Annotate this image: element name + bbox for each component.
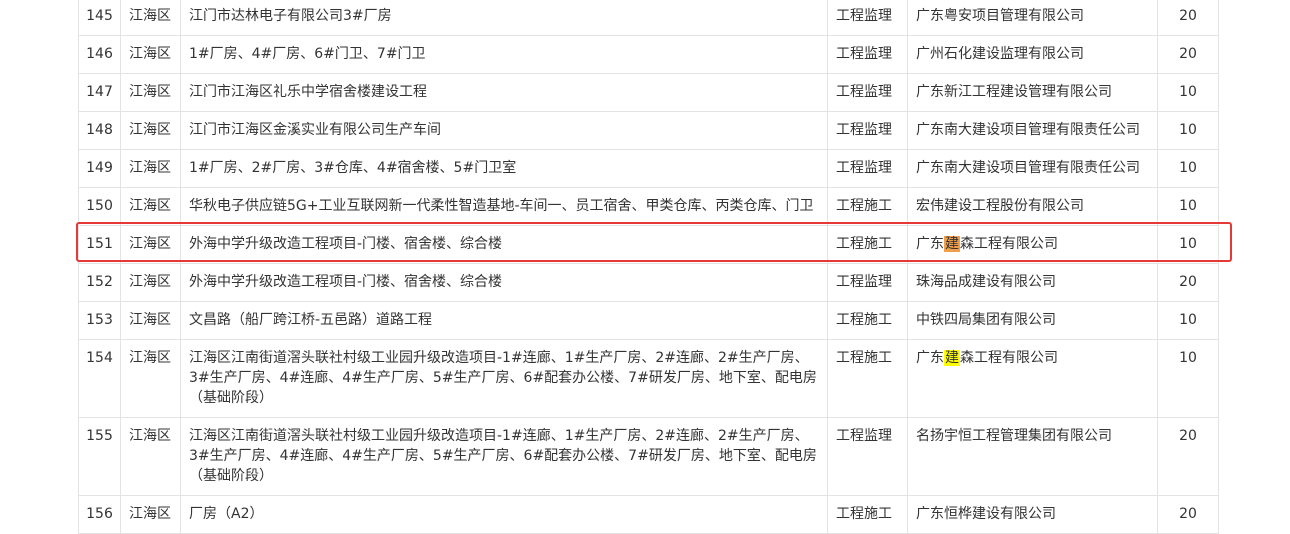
row-number: 155 — [78, 417, 121, 496]
table-row: 155 江海区 江海区江南街道滘头联社村级工业园升级改造项目-1#连廊、1#生产… — [78, 417, 1219, 496]
company-cell: 广东南大建设项目管理有限责任公司 — [907, 149, 1158, 188]
score-cell: 10 — [1157, 301, 1219, 340]
row-number: 149 — [78, 149, 121, 188]
score-cell: 20 — [1157, 0, 1219, 36]
district-cell: 江海区 — [120, 417, 181, 496]
row-number: 153 — [78, 301, 121, 340]
project-cell: 1#厂房、2#厂房、3#仓库、4#宿舍楼、5#门卫室 — [180, 149, 828, 188]
district-cell: 江海区 — [120, 111, 181, 150]
company-cell: 广东粤安项目管理有限公司 — [907, 0, 1158, 36]
company-cell: 广州石化建设监理有限公司 — [907, 35, 1158, 74]
search-highlight: 建 — [944, 350, 960, 366]
row-number: 146 — [78, 35, 121, 74]
score-cell: 20 — [1157, 417, 1219, 496]
score-cell: 20 — [1157, 263, 1219, 302]
row-number: 151 — [78, 225, 121, 264]
district-cell: 江海区 — [120, 301, 181, 340]
table-row: 152 江海区 外海中学升级改造工程项目-门楼、宿舍楼、综合楼 工程监理 珠海品… — [78, 263, 1219, 302]
row-number: 156 — [78, 495, 121, 534]
district-cell: 江海区 — [120, 263, 181, 302]
district-cell: 江海区 — [120, 225, 181, 264]
type-cell: 工程监理 — [827, 417, 908, 496]
company-cell: 名扬宇恒工程管理集团有限公司 — [907, 417, 1158, 496]
company-cell: 广东建森工程有限公司 — [907, 339, 1158, 418]
row-number: 148 — [78, 111, 121, 150]
company-text: 广东 — [916, 350, 944, 366]
score-cell: 10 — [1157, 187, 1219, 226]
table-row: 149 江海区 1#厂房、2#厂房、3#仓库、4#宿舍楼、5#门卫室 工程监理 … — [78, 149, 1219, 188]
project-cell: 江门市江海区金溪实业有限公司生产车间 — [180, 111, 828, 150]
project-cell: 华秋电子供应链5G+工业互联网新一代柔性智造基地-车间一、员工宿舍、甲类仓库、丙… — [180, 187, 828, 226]
company-cell: 广东新江工程建设管理有限公司 — [907, 73, 1158, 112]
project-cell: 1#厂房、4#厂房、6#门卫、7#门卫 — [180, 35, 828, 74]
company-text: 森工程有限公司 — [960, 236, 1058, 252]
project-cell: 外海中学升级改造工程项目-门楼、宿舍楼、综合楼 — [180, 225, 828, 264]
table-row: 145 江海区 江门市达林电子有限公司3#厂房 工程监理 广东粤安项目管理有限公… — [78, 0, 1219, 36]
row-number: 150 — [78, 187, 121, 226]
type-cell: 工程监理 — [827, 35, 908, 74]
type-cell: 工程监理 — [827, 0, 908, 36]
table-row: 147 江海区 江门市江海区礼乐中学宿舍楼建设工程 工程监理 广东新江工程建设管… — [78, 73, 1219, 112]
company-cell: 珠海品成建设有限公司 — [907, 263, 1158, 302]
type-cell: 工程施工 — [827, 301, 908, 340]
project-cell: 外海中学升级改造工程项目-门楼、宿舍楼、综合楼 — [180, 263, 828, 302]
row-number: 147 — [78, 73, 121, 112]
district-cell: 江海区 — [120, 149, 181, 188]
table-row: 156 江海区 厂房（A2） 工程施工 广东恒桦建设有限公司 20 — [78, 495, 1219, 534]
project-cell: 厂房（A2） — [180, 495, 828, 534]
district-cell: 江海区 — [120, 35, 181, 74]
project-cell: 江门市达林电子有限公司3#厂房 — [180, 0, 828, 36]
score-cell: 20 — [1157, 35, 1219, 74]
table-row-highlighted: 151 江海区 外海中学升级改造工程项目-门楼、宿舍楼、综合楼 工程施工 广东建… — [78, 225, 1219, 264]
table-row: 154 江海区 江海区江南街道滘头联社村级工业园升级改造项目-1#连廊、1#生产… — [78, 339, 1219, 418]
type-cell: 工程监理 — [827, 73, 908, 112]
table-row: 153 江海区 文昌路（船厂跨江桥-五邑路）道路工程 工程施工 中铁四局集团有限… — [78, 301, 1219, 340]
company-text: 广东 — [916, 236, 944, 252]
score-cell: 10 — [1157, 225, 1219, 264]
company-cell: 广东恒桦建设有限公司 — [907, 495, 1158, 534]
score-cell: 10 — [1157, 111, 1219, 150]
row-number: 154 — [78, 339, 121, 418]
district-cell: 江海区 — [120, 495, 181, 534]
district-cell: 江海区 — [120, 187, 181, 226]
type-cell: 工程施工 — [827, 225, 908, 264]
score-cell: 20 — [1157, 495, 1219, 534]
company-text: 森工程有限公司 — [960, 350, 1058, 366]
company-cell: 广东南大建设项目管理有限责任公司 — [907, 111, 1158, 150]
table-row: 146 江海区 1#厂房、4#厂房、6#门卫、7#门卫 工程监理 广州石化建设监… — [78, 35, 1219, 74]
district-cell: 江海区 — [120, 0, 181, 36]
project-cell: 江海区江南街道滘头联社村级工业园升级改造项目-1#连廊、1#生产厂房、2#连廊、… — [180, 339, 828, 418]
project-cell: 文昌路（船厂跨江桥-五邑路）道路工程 — [180, 301, 828, 340]
type-cell: 工程监理 — [827, 149, 908, 188]
district-cell: 江海区 — [120, 339, 181, 418]
table-row: 150 江海区 华秋电子供应链5G+工业互联网新一代柔性智造基地-车间一、员工宿… — [78, 187, 1219, 226]
type-cell: 工程施工 — [827, 187, 908, 226]
score-cell: 10 — [1157, 339, 1219, 418]
project-cell: 江门市江海区礼乐中学宿舍楼建设工程 — [180, 73, 828, 112]
type-cell: 工程施工 — [827, 339, 908, 418]
company-cell: 宏伟建设工程股份有限公司 — [907, 187, 1158, 226]
row-number: 145 — [78, 0, 121, 36]
type-cell: 工程施工 — [827, 495, 908, 534]
type-cell: 工程监理 — [827, 111, 908, 150]
score-cell: 10 — [1157, 73, 1219, 112]
company-cell: 中铁四局集团有限公司 — [907, 301, 1158, 340]
company-cell: 广东建森工程有限公司 — [907, 225, 1158, 264]
project-cell: 江海区江南街道滘头联社村级工业园升级改造项目-1#连廊、1#生产厂房、2#连廊、… — [180, 417, 828, 496]
row-number: 152 — [78, 263, 121, 302]
district-cell: 江海区 — [120, 73, 181, 112]
results-table: 145 江海区 江门市达林电子有限公司3#厂房 工程监理 广东粤安项目管理有限公… — [78, 0, 1219, 534]
score-cell: 10 — [1157, 149, 1219, 188]
table-row: 148 江海区 江门市江海区金溪实业有限公司生产车间 工程监理 广东南大建设项目… — [78, 111, 1219, 150]
search-highlight-current: 建 — [944, 236, 960, 252]
type-cell: 工程监理 — [827, 263, 908, 302]
